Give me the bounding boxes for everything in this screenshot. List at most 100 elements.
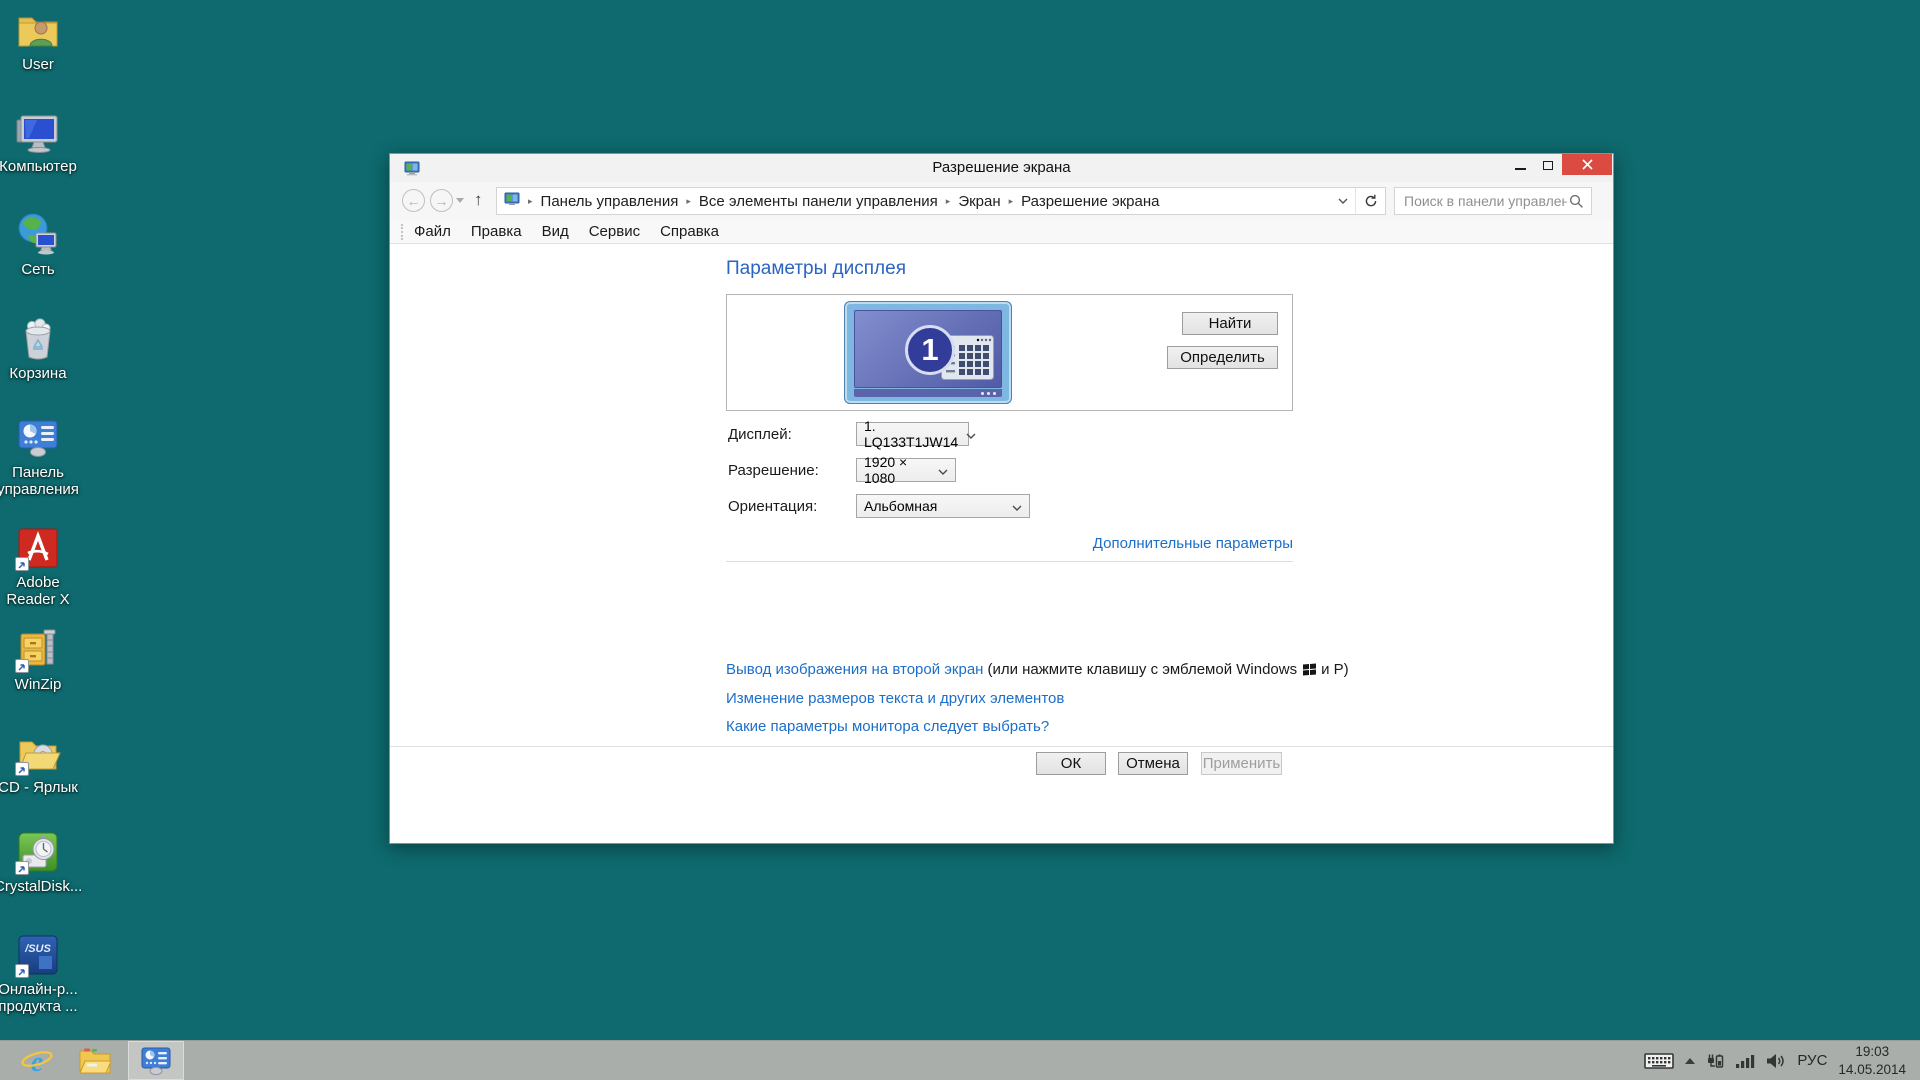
desktop-icon-cd-shortcut[interactable]: CD - Ярлык — [0, 729, 82, 797]
search-icon[interactable] — [1569, 194, 1584, 214]
user-folder-icon — [14, 6, 62, 54]
screen-resolution-window: Разрешение экрана ← → ↑ ▸ Панель управле… — [389, 153, 1614, 844]
desktop-icon-recycle-bin[interactable]: Корзина — [0, 315, 82, 383]
clock-date: 14.05.2014 — [1838, 1061, 1906, 1079]
display-number-badge: 1 — [905, 325, 955, 375]
breadcrumb-separator-icon: ▸ — [1009, 196, 1014, 207]
forward-button[interactable]: → — [430, 189, 453, 212]
svg-text:/SUS: /SUS — [24, 943, 51, 955]
network-signal-icon[interactable] — [1735, 1053, 1755, 1069]
cd-shortcut-icon — [14, 729, 62, 777]
address-dropdown-button[interactable] — [1331, 188, 1355, 214]
menu-view[interactable]: Вид — [533, 221, 578, 242]
project-second-screen-link[interactable]: Вывод изображения на второй экран — [726, 661, 983, 678]
resolution-field-label: Разрешение: — [728, 462, 819, 479]
window-content: Параметры дисплея 1 Найти Определить Дис… — [390, 244, 1613, 843]
shortcut-arrow-icon — [15, 861, 29, 875]
project-hint-text-end: и P) — [1321, 661, 1349, 678]
shortcut-arrow-icon — [15, 659, 29, 673]
minimize-icon — [1515, 168, 1526, 170]
up-button[interactable]: ↑ — [474, 190, 483, 210]
desktop-icon-label: CD - Ярлык — [0, 780, 82, 797]
taskbar: e РУС 19:03 14.05.2014 — [0, 1040, 1920, 1080]
project-to-second-screen-line: Вывод изображения на второй экран (или н… — [726, 661, 1349, 678]
search-input[interactable] — [1395, 188, 1567, 214]
advanced-settings-link[interactable]: Дополнительные параметры — [726, 535, 1293, 552]
address-bar: ← → ↑ ▸ Панель управления ▸ Все элементы… — [390, 182, 1613, 220]
breadcrumb-item-control-panel[interactable]: Панель управления — [541, 193, 679, 210]
desktop-icon-computer[interactable]: Компьютер — [0, 108, 82, 176]
menu-bar: Файл Правка Вид Сервис Справка — [390, 220, 1613, 244]
breadcrumb-item-display[interactable]: Экран — [958, 193, 1000, 210]
monitor-screen: 1 — [854, 310, 1002, 388]
crystaldisk-icon — [14, 828, 62, 876]
menu-tools[interactable]: Сервис — [580, 221, 649, 242]
taskbar-internet-explorer-button[interactable]: e — [8, 1041, 66, 1080]
desktop-icon-label: User — [0, 57, 82, 74]
desktop-icon-label: Панель управления — [0, 465, 82, 499]
menu-file[interactable]: Файл — [405, 221, 460, 242]
breadcrumb-separator-icon: ▸ — [686, 196, 691, 207]
identify-button[interactable]: Определить — [1167, 346, 1278, 369]
monitor-settings-help-link[interactable]: Какие параметры монитора следует выбрать… — [726, 718, 1049, 735]
adobe-reader-icon — [14, 524, 62, 572]
cancel-button[interactable]: Отмена — [1118, 752, 1188, 775]
desktop-icon-asus-online[interactable]: /SUS Онлайн-р... продукта ... — [0, 931, 82, 1016]
windows-logo-icon — [1303, 664, 1316, 676]
taskbar-file-explorer-button[interactable] — [66, 1041, 124, 1080]
show-hidden-icons-button[interactable] — [1685, 1058, 1695, 1064]
orientation-select[interactable]: Альбомная — [856, 494, 1030, 518]
breadcrumb-display-icon — [504, 191, 520, 212]
desktop-icon-network[interactable]: Сеть — [0, 211, 82, 279]
find-button[interactable]: Найти — [1182, 312, 1278, 335]
desktop-icon-winzip[interactable]: WinZip — [0, 626, 82, 694]
breadcrumb-item-screen-resolution[interactable]: Разрешение экрана — [1021, 193, 1159, 210]
clock[interactable]: 19:03 14.05.2014 — [1838, 1043, 1906, 1078]
desktop-icon-control-panel[interactable]: Панель управления — [0, 414, 82, 499]
resolution-select-value: 1920 × 1080 — [864, 454, 930, 486]
shortcut-arrow-icon — [15, 964, 29, 978]
winzip-icon — [14, 626, 62, 674]
recycle-bin-icon — [14, 315, 62, 363]
minimize-button[interactable] — [1506, 154, 1534, 175]
taskbar-screen-resolution-button[interactable] — [128, 1041, 184, 1080]
menu-edit[interactable]: Правка — [462, 221, 531, 242]
power-status-icon[interactable] — [1706, 1052, 1724, 1070]
menu-help[interactable]: Справка — [651, 221, 728, 242]
clock-time: 19:03 — [1838, 1043, 1906, 1061]
close-button[interactable] — [1562, 154, 1612, 175]
back-button[interactable]: ← — [402, 189, 425, 212]
maximize-button[interactable] — [1534, 154, 1562, 175]
volume-icon[interactable] — [1766, 1053, 1786, 1069]
breadcrumb[interactable]: ▸ Панель управления ▸ Все элементы панел… — [496, 187, 1386, 215]
display-select-value: 1. LQ133T1JW14 — [864, 418, 958, 450]
control-panel-window-icon — [140, 1046, 172, 1076]
ok-button[interactable]: ОК — [1036, 752, 1106, 775]
monitor-preview[interactable]: 1 — [844, 301, 1012, 404]
desktop-background: User Компьютер Сеть Корзина Панель управ… — [0, 0, 1920, 1080]
orientation-select-value: Альбомная — [864, 498, 937, 514]
breadcrumb-item-all-items[interactable]: Все элементы панели управления — [699, 193, 938, 210]
desktop-icon-label: CrystalDisk... — [0, 879, 82, 896]
project-hint-text: (или нажмите клавишу с эмблемой Windows — [987, 661, 1297, 678]
touch-keyboard-icon[interactable] — [1644, 1051, 1674, 1071]
desktop-icon-adobe-reader[interactable]: Adobe Reader X — [0, 524, 82, 609]
apply-button: Применить — [1201, 752, 1282, 775]
desktop-icon-label: Онлайн-р... продукта ... — [0, 982, 82, 1016]
desktop-icon-user[interactable]: User — [0, 6, 82, 74]
network-icon — [14, 211, 62, 259]
title-bar: Разрешение экрана — [390, 154, 1613, 182]
chevron-down-icon — [1338, 198, 1348, 204]
maximize-icon — [1543, 161, 1553, 170]
desktop-icon-label: Сеть — [0, 262, 82, 279]
desktop-icon-label: Компьютер — [0, 159, 82, 176]
toolbar-grip[interactable] — [401, 224, 403, 240]
desktop-icon-crystaldisk[interactable]: CrystalDisk... — [0, 828, 82, 896]
language-indicator[interactable]: РУС — [1797, 1052, 1827, 1069]
display-select[interactable]: 1. LQ133T1JW14 — [856, 422, 969, 446]
recent-pages-chevron-icon[interactable] — [456, 198, 464, 203]
refresh-button[interactable] — [1355, 188, 1385, 214]
resolution-select[interactable]: 1920 × 1080 — [856, 458, 956, 482]
section-divider — [726, 561, 1293, 562]
text-size-link[interactable]: Изменение размеров текста и других элеме… — [726, 690, 1064, 707]
